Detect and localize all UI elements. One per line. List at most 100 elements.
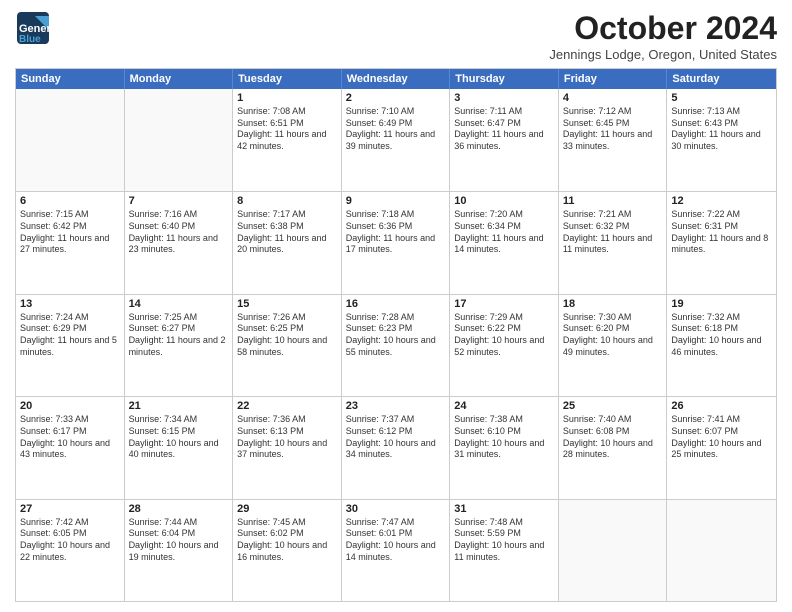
calendar-body: 1Sunrise: 7:08 AMSunset: 6:51 PMDaylight…	[16, 89, 776, 601]
day-number: 16	[346, 298, 446, 310]
day-cell-1: 1Sunrise: 7:08 AMSunset: 6:51 PMDaylight…	[233, 89, 342, 191]
day-cell-11: 11Sunrise: 7:21 AMSunset: 6:32 PMDayligh…	[559, 192, 668, 293]
daylight-text: Daylight: 10 hours and 16 minutes.	[237, 540, 337, 563]
day-number: 28	[129, 503, 229, 515]
daylight-text: Daylight: 10 hours and 55 minutes.	[346, 335, 446, 358]
sunrise-text: Sunrise: 7:28 AM	[346, 312, 446, 324]
month-title: October 2024	[549, 10, 777, 47]
day-cell-28: 28Sunrise: 7:44 AMSunset: 6:04 PMDayligh…	[125, 500, 234, 601]
sunset-text: Sunset: 6:45 PM	[563, 118, 663, 130]
sunset-text: Sunset: 6:10 PM	[454, 426, 554, 438]
day-cell-8: 8 Sunrise: 7:17 AMSunset: 6:38 PMDaylight…	[233, 192, 342, 293]
sunset-text: Sunset: 6:38 PM	[237, 221, 337, 233]
day-cell-14: 14Sunrise: 7:25 AMSunset: 6:27 PMDayligh…	[125, 295, 234, 396]
day-number: 9	[346, 195, 446, 207]
day-cell-13: 13Sunrise: 7:24 AMSunset: 6:29 PMDayligh…	[16, 295, 125, 396]
day-cell-9: 9Sunrise: 7:18 AMSunset: 6:36 PMDaylight…	[342, 192, 451, 293]
sunset-text: Sunset: 6:12 PM	[346, 426, 446, 438]
day-number: 18	[563, 298, 663, 310]
header-friday: Friday	[559, 69, 668, 89]
daylight-text: Daylight: 11 hours and 8 minutes.	[671, 233, 772, 256]
sunrise-text: Sunrise: 7:32 AM	[671, 312, 772, 324]
calendar-header: Sunday Monday Tuesday Wednesday Thursday…	[16, 69, 776, 89]
logo: General Blue	[15, 10, 51, 51]
day-number: 11	[563, 195, 663, 207]
sunset-text: Sunset: 6:18 PM	[671, 323, 772, 335]
sunset-text: Sunset: 6:01 PM	[346, 528, 446, 540]
sunset-text: Sunset: 6:05 PM	[20, 528, 120, 540]
daylight-text: Daylight: 11 hours and 20 minutes.	[237, 233, 337, 256]
sunset-text: Sunset: 6:13 PM	[237, 426, 337, 438]
sunset-text: Sunset: 5:59 PM	[454, 528, 554, 540]
day-number: 29	[237, 503, 337, 515]
calendar: Sunday Monday Tuesday Wednesday Thursday…	[15, 68, 777, 602]
day-cell-4: 4Sunrise: 7:12 AMSunset: 6:45 PMDaylight…	[559, 89, 668, 191]
day-cell-10: 10Sunrise: 7:20 AMSunset: 6:34 PMDayligh…	[450, 192, 559, 293]
day-number: 19	[671, 298, 772, 310]
header: General Blue October 2024 Jennings Lodge…	[15, 10, 777, 62]
daylight-text: Daylight: 11 hours and 27 minutes.	[20, 233, 120, 256]
day-cell-7: 7Sunrise: 7:16 AMSunset: 6:40 PMDaylight…	[125, 192, 234, 293]
sunset-text: Sunset: 6:29 PM	[20, 323, 120, 335]
daylight-text: Daylight: 11 hours and 17 minutes.	[346, 233, 446, 256]
svg-text:Blue: Blue	[19, 34, 41, 45]
sunset-text: Sunset: 6:07 PM	[671, 426, 772, 438]
daylight-text: Daylight: 11 hours and 5 minutes.	[20, 335, 120, 358]
day-cell-19: 19Sunrise: 7:32 AMSunset: 6:18 PMDayligh…	[667, 295, 776, 396]
day-cell-20: 20Sunrise: 7:33 AMSunset: 6:17 PMDayligh…	[16, 397, 125, 498]
logo-icon: General Blue	[15, 10, 51, 51]
daylight-text: Daylight: 10 hours and 37 minutes.	[237, 438, 337, 461]
daylight-text: Daylight: 10 hours and 40 minutes.	[129, 438, 229, 461]
sunrise-text: Sunrise: 7:47 AM	[346, 517, 446, 529]
daylight-text: Daylight: 11 hours and 33 minutes.	[563, 129, 663, 152]
sunrise-text: Sunrise: 7:08 AM	[237, 106, 337, 118]
sunset-text: Sunset: 6:04 PM	[129, 528, 229, 540]
day-number: 17	[454, 298, 554, 310]
day-cell-2: 2Sunrise: 7:10 AMSunset: 6:49 PMDaylight…	[342, 89, 451, 191]
sunrise-text: Sunrise: 7:15 AM	[20, 209, 120, 221]
sunrise-text: Sunrise: 7:12 AM	[563, 106, 663, 118]
day-number: 8	[237, 195, 337, 207]
daylight-text: Daylight: 10 hours and 28 minutes.	[563, 438, 663, 461]
sunrise-text: Sunrise: 7:17 AM	[237, 209, 337, 221]
empty-cell-0-0	[16, 89, 125, 191]
sunset-text: Sunset: 6:32 PM	[563, 221, 663, 233]
empty-cell-0-1	[125, 89, 234, 191]
sunrise-text: Sunrise: 7:33 AM	[20, 414, 120, 426]
day-number: 24	[454, 400, 554, 412]
day-cell-12: 12Sunrise: 7:22 AMSunset: 6:31 PMDayligh…	[667, 192, 776, 293]
sunset-text: Sunset: 6:22 PM	[454, 323, 554, 335]
day-number: 21	[129, 400, 229, 412]
day-cell-30: 30Sunrise: 7:47 AMSunset: 6:01 PMDayligh…	[342, 500, 451, 601]
daylight-text: Daylight: 10 hours and 31 minutes.	[454, 438, 554, 461]
day-number: 20	[20, 400, 120, 412]
sunset-text: Sunset: 6:23 PM	[346, 323, 446, 335]
daylight-text: Daylight: 10 hours and 14 minutes.	[346, 540, 446, 563]
week-row-4: 20Sunrise: 7:33 AMSunset: 6:17 PMDayligh…	[16, 396, 776, 498]
sunrise-text: Sunrise: 7:11 AM	[454, 106, 554, 118]
header-wednesday: Wednesday	[342, 69, 451, 89]
day-number: 6	[20, 195, 120, 207]
empty-cell-4-6	[667, 500, 776, 601]
empty-cell-4-5	[559, 500, 668, 601]
sunset-text: Sunset: 6:47 PM	[454, 118, 554, 130]
sunrise-text: Sunrise: 7:44 AM	[129, 517, 229, 529]
sunrise-text: Sunrise: 7:37 AM	[346, 414, 446, 426]
sunrise-text: Sunrise: 7:36 AM	[237, 414, 337, 426]
sunrise-text: Sunrise: 7:45 AM	[237, 517, 337, 529]
sunset-text: Sunset: 6:08 PM	[563, 426, 663, 438]
daylight-text: Daylight: 10 hours and 43 minutes.	[20, 438, 120, 461]
day-cell-27: 27Sunrise: 7:42 AMSunset: 6:05 PMDayligh…	[16, 500, 125, 601]
day-cell-25: 25Sunrise: 7:40 AMSunset: 6:08 PMDayligh…	[559, 397, 668, 498]
sunrise-text: Sunrise: 7:30 AM	[563, 312, 663, 324]
sunset-text: Sunset: 6:43 PM	[671, 118, 772, 130]
day-cell-6: 6Sunrise: 7:15 AMSunset: 6:42 PMDaylight…	[16, 192, 125, 293]
day-number: 15	[237, 298, 337, 310]
day-cell-29: 29Sunrise: 7:45 AMSunset: 6:02 PMDayligh…	[233, 500, 342, 601]
sunset-text: Sunset: 6:20 PM	[563, 323, 663, 335]
day-cell-26: 26Sunrise: 7:41 AMSunset: 6:07 PMDayligh…	[667, 397, 776, 498]
title-block: October 2024 Jennings Lodge, Oregon, Uni…	[549, 10, 777, 62]
day-number: 12	[671, 195, 772, 207]
day-number: 5	[671, 92, 772, 104]
sunrise-text: Sunrise: 7:26 AM	[237, 312, 337, 324]
